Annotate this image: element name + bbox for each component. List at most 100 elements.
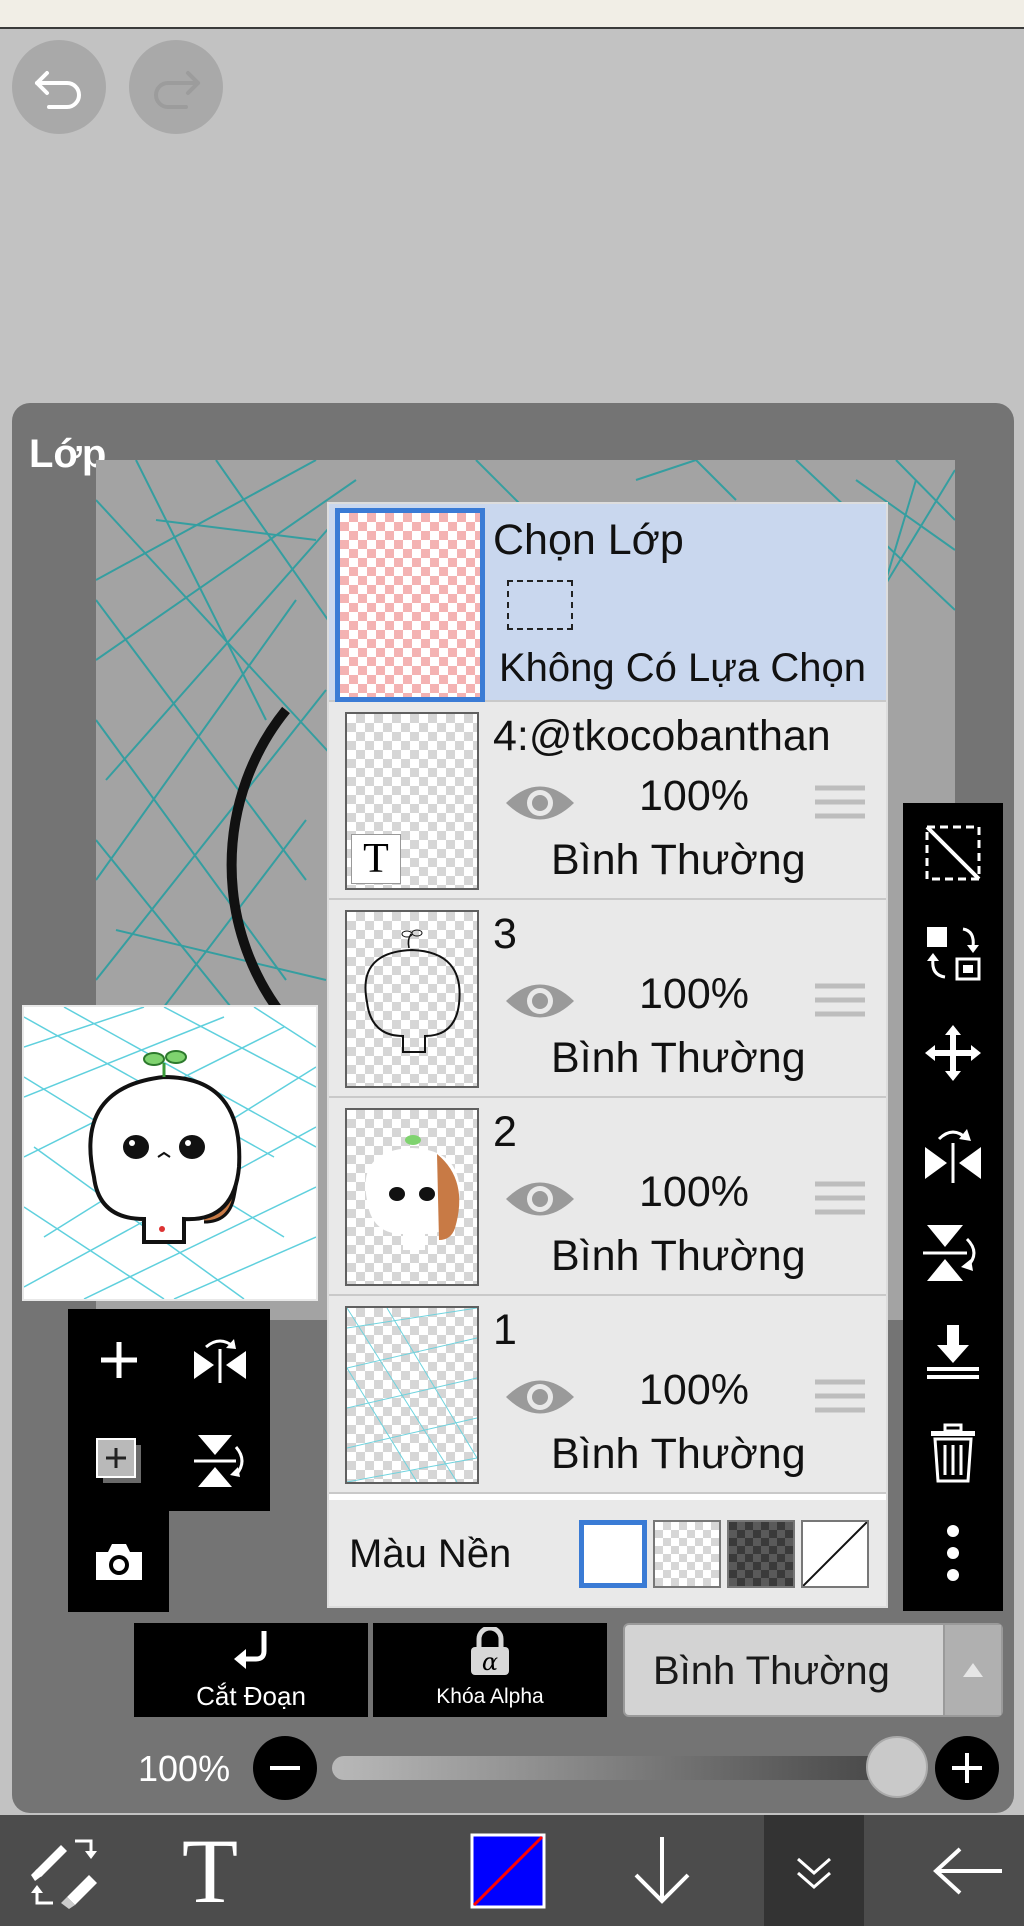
- opacity-increase-button[interactable]: [935, 1736, 999, 1800]
- visibility-eye-icon[interactable]: [504, 1370, 576, 1424]
- opacity-slider-track[interactable]: [332, 1756, 902, 1780]
- layer-name: 3: [493, 910, 517, 958]
- drag-handle-icon[interactable]: [815, 1376, 865, 1416]
- layer-name: 1: [493, 1306, 517, 1354]
- layer-thumbnail: [345, 1306, 479, 1484]
- layer-blend-mode: Bình Thường: [551, 1034, 806, 1082]
- bg-option-white[interactable]: [579, 1520, 647, 1588]
- chevron-up-icon: [943, 1625, 1001, 1715]
- drag-handle-icon[interactable]: [815, 782, 865, 822]
- alpha-lock-button[interactable]: α Khóa Alpha: [373, 1623, 607, 1717]
- more-options-icon[interactable]: [923, 1523, 983, 1583]
- blend-mode-value: Bình Thường: [653, 1649, 890, 1693]
- layer-thumbnail: [345, 910, 479, 1088]
- background-color-row: Màu Nền: [329, 1500, 886, 1606]
- layer-thumbnail: T: [345, 712, 479, 890]
- layer-opacity: 100%: [639, 1366, 749, 1414]
- undo-button[interactable]: [12, 40, 106, 134]
- lock-icon: α: [471, 1627, 509, 1676]
- clipping-button[interactable]: Cắt Đoạn: [134, 1623, 368, 1717]
- collapse-icon: [797, 1857, 831, 1889]
- duplicate-layer-button[interactable]: [68, 1410, 169, 1511]
- visibility-eye-icon[interactable]: [504, 974, 576, 1028]
- selection-layer-title: Chọn Lớp: [493, 516, 684, 564]
- lineart-thumbnail: [364, 929, 461, 1053]
- trash-icon[interactable]: [923, 1423, 983, 1483]
- text-tool-button[interactable]: T: [160, 1815, 260, 1926]
- back-button[interactable]: [918, 1815, 1018, 1926]
- add-layer-button[interactable]: [68, 1309, 169, 1410]
- selection-thumbnail: [335, 508, 485, 702]
- layer-row-4[interactable]: T 4:@tkocobanthan 100% Bình Thường: [329, 702, 886, 900]
- character-drawing: [24, 1007, 316, 1299]
- flip-horizontal-icon[interactable]: [923, 1123, 983, 1183]
- collapse-button[interactable]: [764, 1815, 864, 1926]
- bg-option-none[interactable]: [801, 1520, 869, 1588]
- sketch-thumbnail: [347, 1308, 477, 1482]
- plus-icon: [100, 1341, 137, 1378]
- layer-blend-mode: Bình Thường: [551, 1430, 806, 1478]
- layer-tools-toolbar: [903, 803, 1003, 1611]
- layer-name: 2: [493, 1108, 517, 1156]
- arrow-down-icon: [634, 1836, 690, 1904]
- flip-vertical-icon[interactable]: [923, 1223, 983, 1283]
- layer-list: Chọn Lớp Không Có Lựa Chọn T 4:@tkocoban…: [327, 502, 888, 1608]
- opacity-decrease-button[interactable]: [253, 1736, 317, 1800]
- bg-option-dark[interactable]: [727, 1520, 795, 1588]
- bg-option-transparent[interactable]: [653, 1520, 721, 1588]
- status-strip: [0, 0, 1024, 29]
- panel-title: Lớp: [29, 432, 107, 476]
- layer-opacity: 100%: [639, 772, 749, 820]
- layer-row-2[interactable]: 2 100% Bình Thường: [329, 1098, 886, 1296]
- marquee-icon: [507, 580, 573, 630]
- selection-status: Không Có Lựa Chọn: [499, 646, 867, 690]
- redo-button[interactable]: [129, 40, 223, 134]
- text-layer-icon: T: [351, 834, 401, 884]
- color-thumbnail: [365, 1135, 460, 1250]
- layer-row-3[interactable]: 3 100% Bình Thường: [329, 900, 886, 1098]
- flip-vertical-layer-button[interactable]: [169, 1410, 270, 1511]
- clipping-label: Cắt Đoạn: [196, 1681, 306, 1711]
- plus-icon: [952, 1753, 982, 1783]
- move-icon[interactable]: [923, 1023, 983, 1083]
- blend-mode-select[interactable]: Bình Thường: [623, 1623, 1003, 1717]
- import-photo-button[interactable]: [68, 1511, 169, 1612]
- flip-horizontal-layer-button[interactable]: [169, 1309, 270, 1410]
- layer-thumbnail: [345, 1108, 479, 1286]
- visibility-eye-icon[interactable]: [504, 776, 576, 830]
- pen-eraser-swap-button[interactable]: [10, 1815, 120, 1926]
- layer-blend-mode: Bình Thường: [551, 1232, 806, 1280]
- canvas-thumbnail: [22, 1005, 318, 1301]
- pen-eraser-swap-icon: [31, 1839, 97, 1909]
- drag-handle-icon[interactable]: [815, 1178, 865, 1218]
- flip-horizontal-icon: [193, 1338, 246, 1383]
- selection-layer-row[interactable]: Chọn Lớp Không Có Lựa Chọn: [329, 504, 886, 702]
- back-arrow-icon: [933, 1847, 1002, 1894]
- visibility-eye-icon[interactable]: [504, 1172, 576, 1226]
- camera-icon: [95, 1543, 142, 1580]
- opacity-slider-thumb[interactable]: [866, 1736, 928, 1798]
- transform-swap-icon[interactable]: [923, 923, 983, 983]
- layer-opacity: 100%: [639, 1168, 749, 1216]
- diagonal-slash-icon: [802, 1521, 868, 1587]
- layer-opacity: 100%: [639, 970, 749, 1018]
- flip-vertical-icon: [193, 1434, 243, 1487]
- redo-icon: [154, 71, 200, 109]
- background-color-label: Màu Nền: [349, 1532, 512, 1576]
- undo-icon: [35, 71, 81, 109]
- color-swatch[interactable]: [468, 1815, 548, 1926]
- clipping-arrow-icon: [234, 1631, 267, 1669]
- layer-blend-mode: Bình Thường: [551, 836, 806, 884]
- duplicate-icon: [95, 1437, 141, 1483]
- minus-icon: [270, 1766, 300, 1770]
- clear-selection-icon[interactable]: [923, 823, 983, 883]
- opacity-value: 100%: [138, 1748, 231, 1789]
- drag-handle-icon[interactable]: [815, 980, 865, 1020]
- merge-down-icon[interactable]: [923, 1323, 983, 1383]
- layer-row-1[interactable]: 1 100% Bình Thường: [329, 1296, 886, 1494]
- bottom-toolbar: T: [0, 1815, 1024, 1926]
- svg-text:α: α: [482, 1648, 498, 1676]
- arrow-down-button[interactable]: [620, 1815, 704, 1926]
- layer-name: 4:@tkocobanthan: [493, 712, 831, 760]
- alpha-lock-label: Khóa Alpha: [436, 1685, 544, 1708]
